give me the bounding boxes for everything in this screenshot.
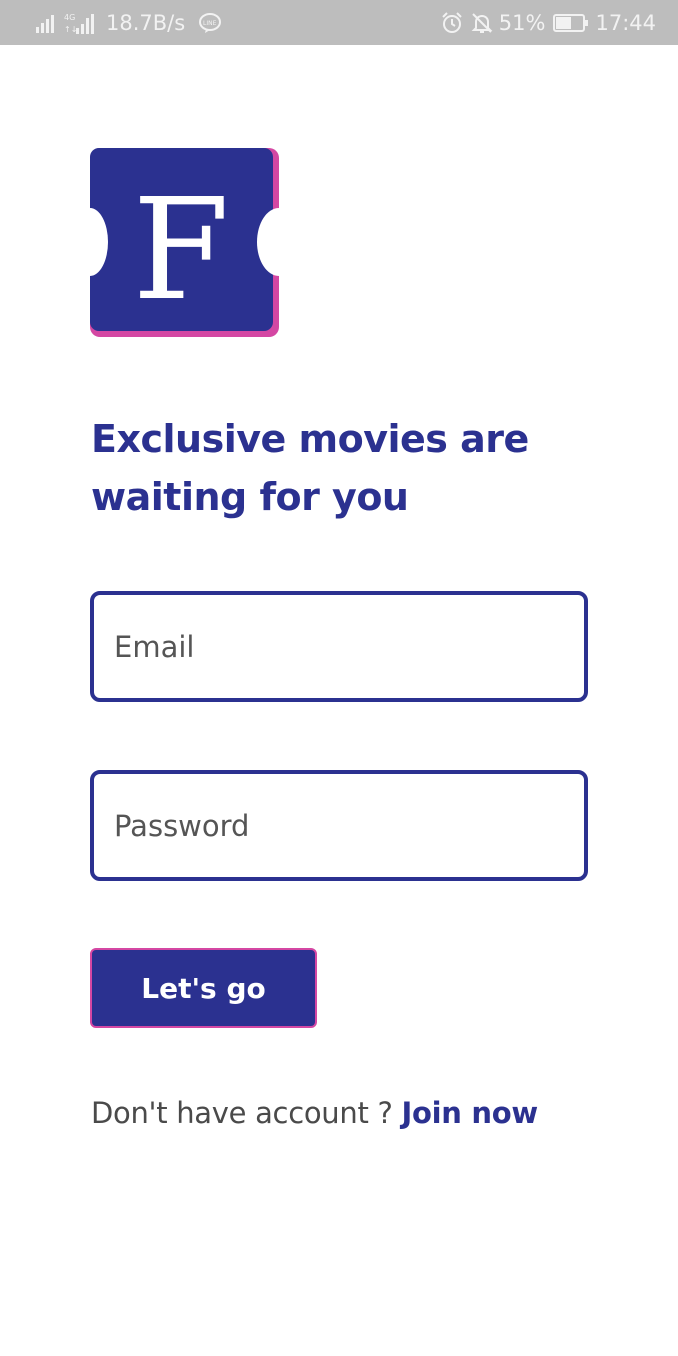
logo-letter: F	[132, 169, 229, 332]
4g-signal-icon: 4G ↑↓	[64, 12, 94, 34]
notifications-off-icon	[471, 12, 493, 34]
app-logo: F	[90, 148, 279, 337]
password-input[interactable]	[114, 774, 574, 877]
lets-go-button[interactable]: Let's go	[90, 948, 317, 1028]
headline: Exclusive movies are waiting for you	[91, 417, 529, 519]
svg-text:4G: 4G	[64, 13, 75, 22]
status-bar: 4G ↑↓ 18.7B/s LINE 51% 17:44	[0, 0, 678, 45]
svg-text:LINE: LINE	[203, 20, 217, 27]
svg-text:↑↓: ↑↓	[64, 25, 77, 34]
signup-prompt-text: Don't have account ?	[91, 1096, 402, 1130]
email-input[interactable]	[114, 595, 574, 698]
signal-icon	[36, 13, 58, 33]
alarm-icon	[441, 12, 463, 34]
join-now-link[interactable]: Join now	[401, 1096, 538, 1130]
email-field-container	[90, 591, 588, 702]
signup-prompt-line: Don't have account ? Join now	[91, 1096, 538, 1130]
status-bar-left: 4G ↑↓ 18.7B/s LINE	[36, 9, 222, 37]
network-speed: 18.7B/s	[106, 11, 186, 35]
battery-icon	[553, 14, 589, 32]
password-field-container	[90, 770, 588, 881]
battery-percent: 51%	[498, 11, 546, 35]
line-app-icon: LINE	[199, 13, 222, 33]
clock: 17:44	[595, 11, 656, 35]
status-bar-right: 51% 17:44	[441, 9, 656, 37]
